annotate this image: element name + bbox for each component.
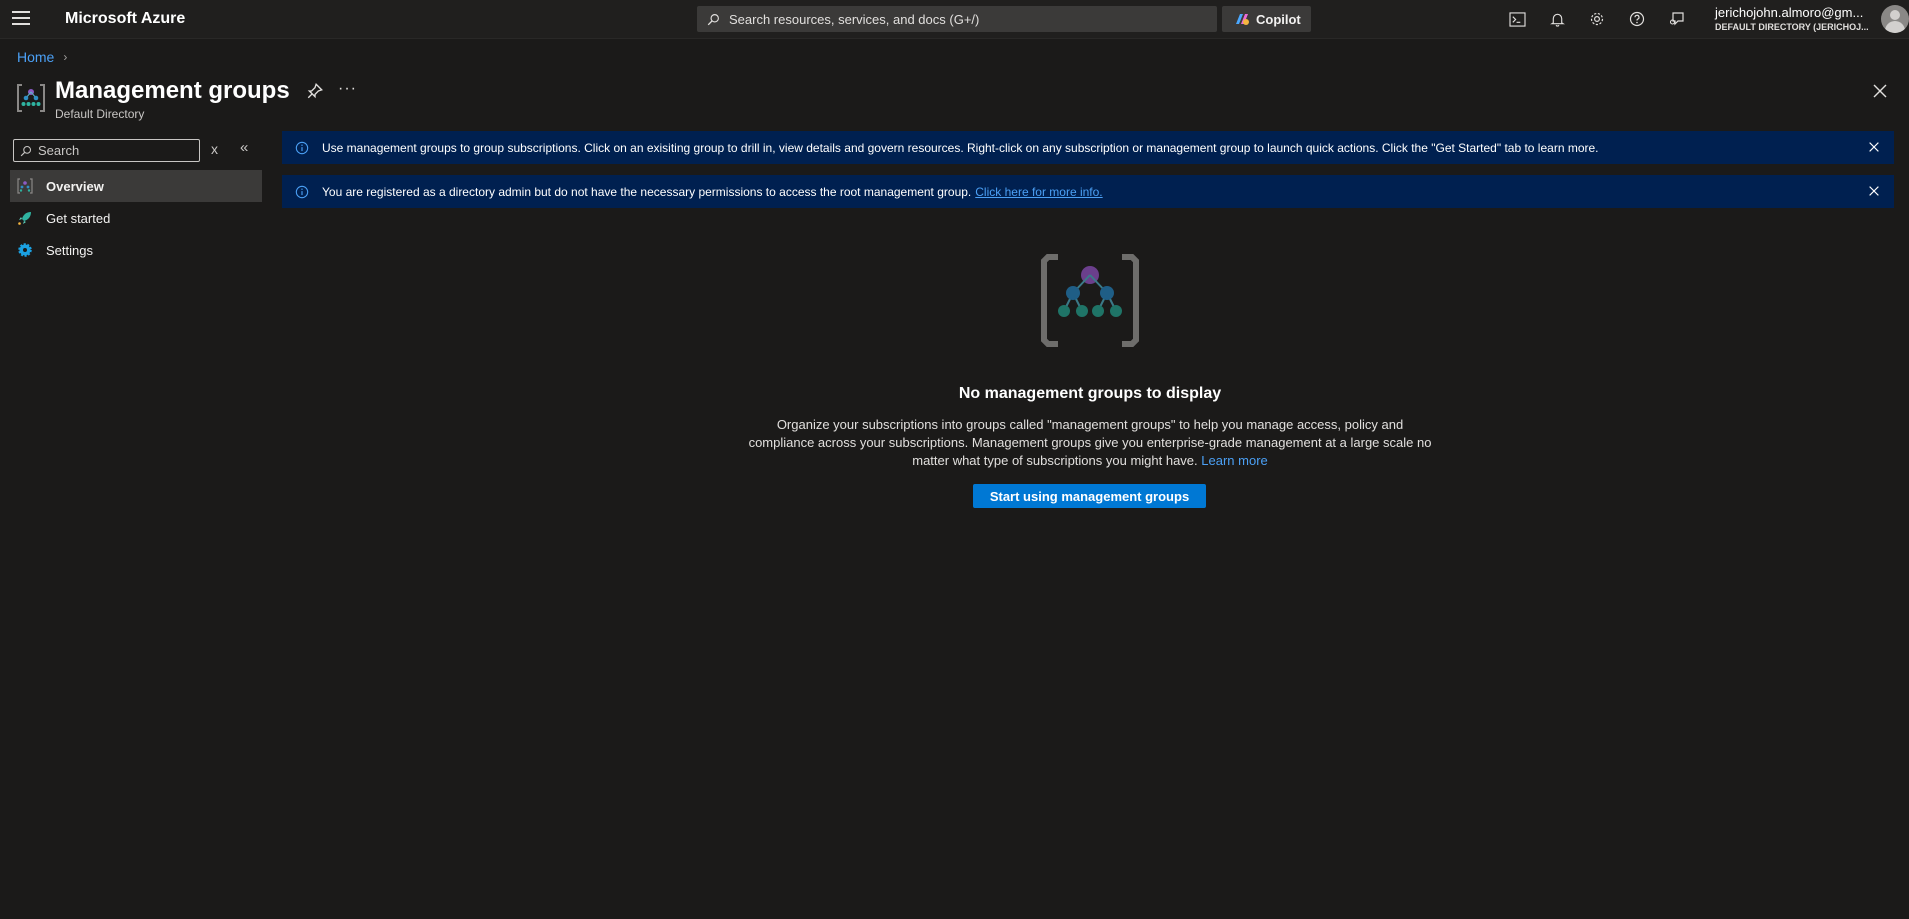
collapse-menu-icon[interactable]: « [240,139,248,156]
copilot-button[interactable]: Copilot [1222,6,1311,32]
info-banner: Use management groups to group subscript… [282,131,1894,164]
gear-icon [18,243,32,257]
close-icon[interactable] [1872,83,1888,99]
copilot-label: Copilot [1256,11,1301,27]
menu-search-placeholder: Search [38,143,80,158]
menu-item-get-started[interactable]: Get started [10,202,262,234]
breadcrumb-chevron-icon: › [63,50,68,64]
info-icon [295,185,309,198]
clear-search-button[interactable]: x [211,141,218,157]
management-groups-icon [17,178,33,194]
breadcrumb: Home › [17,49,67,65]
more-info-link[interactable]: Click here for more info. [975,185,1102,199]
banner-message: You are registered as a directory admin … [322,184,972,199]
notifications-bell-icon[interactable] [1547,9,1567,29]
avatar[interactable] [1881,5,1909,33]
empty-state-description: Organize your subscriptions into groups … [748,416,1432,470]
help-icon[interactable] [1627,9,1647,29]
info-icon [295,141,309,154]
global-search-input[interactable]: Search resources, services, and docs (G+… [697,6,1217,32]
banner-text: You are registered as a directory admin … [322,185,1103,199]
close-banner-icon[interactable] [1867,184,1881,198]
management-groups-illustration-icon [1041,254,1139,347]
account-email: jerichojohn.almoro@gm... [1715,5,1864,20]
account-info[interactable]: jerichojohn.almoro@gm... DEFAULT DIRECTO… [1715,5,1869,32]
settings-gear-icon[interactable] [1587,9,1607,29]
menu-item-label: Settings [46,242,93,258]
breadcrumb-home-link[interactable]: Home [17,49,54,65]
page-title: Management groups [55,77,290,104]
close-banner-icon[interactable] [1867,140,1881,154]
learn-more-link[interactable]: Learn more [1201,453,1267,468]
menu-item-overview[interactable]: Overview [10,170,262,202]
brand-title[interactable]: Microsoft Azure [65,10,185,28]
search-icon [20,145,32,156]
menu-item-label: Overview [46,178,104,194]
global-search-placeholder: Search resources, services, and docs (G+… [729,11,980,27]
management-groups-icon [17,84,45,112]
start-using-management-groups-button[interactable]: Start using management groups [973,484,1206,508]
empty-state-text: Organize your subscriptions into groups … [748,417,1432,468]
cloud-shell-icon[interactable] [1507,9,1527,29]
rocket-icon [18,212,31,225]
permissions-banner: You are registered as a directory admin … [282,175,1894,208]
top-bar: Microsoft Azure Search resources, servic… [0,0,1909,39]
more-options-icon[interactable]: ··· [338,80,357,98]
menu-search-input[interactable]: Search [13,139,200,162]
feedback-icon[interactable] [1667,9,1687,29]
menu-item-settings[interactable]: Settings [10,234,262,266]
menu-item-label: Get started [46,210,111,226]
copilot-logo-icon [1236,14,1249,25]
page-subtitle: Default Directory [55,107,145,121]
pin-icon[interactable] [306,82,324,100]
search-icon [707,13,719,25]
account-directory: DEFAULT DIRECTORY (JERICHOJ... [1715,22,1869,32]
empty-state-title: No management groups to display [958,385,1222,402]
hamburger-menu-icon[interactable] [12,11,30,27]
banner-text: Use management groups to group subscript… [322,140,1599,155]
